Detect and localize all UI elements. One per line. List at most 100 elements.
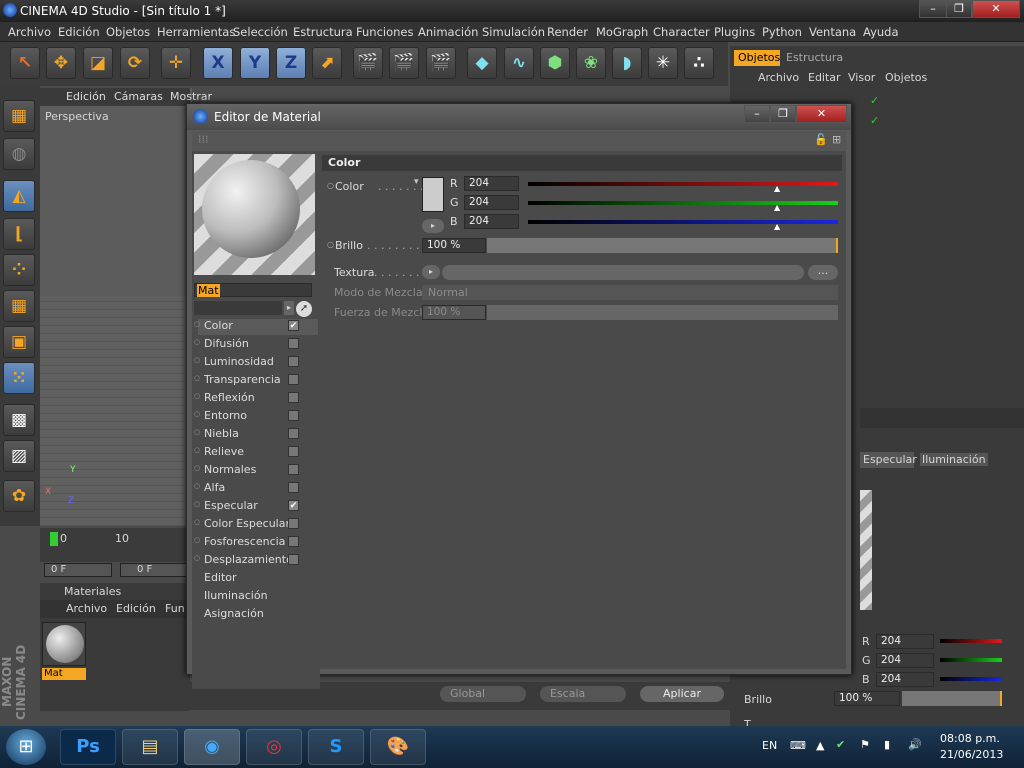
- render-settings-icon[interactable]: 🎬: [426, 47, 456, 79]
- rp-b-field[interactable]: 204: [876, 672, 934, 687]
- chrome-icon[interactable]: ◎: [246, 729, 302, 765]
- menu-estructura[interactable]: Estructura: [293, 25, 353, 39]
- aplicar-button[interactable]: Aplicar: [640, 686, 724, 702]
- z-axis-lock-icon[interactable]: Z: [276, 47, 306, 79]
- sculpt-icon[interactable]: ◍: [3, 138, 35, 170]
- attr-tab-especular[interactable]: Especular: [863, 453, 917, 466]
- minimize-button[interactable]: –: [919, 0, 947, 18]
- modo-mezcla-dropdown[interactable]: Normal: [422, 285, 838, 300]
- polygons-mode-icon[interactable]: ▣: [3, 326, 35, 358]
- rp-r-field[interactable]: 204: [876, 634, 934, 649]
- workplane-icon[interactable]: ▨: [3, 440, 35, 472]
- render-view-icon[interactable]: 🎬: [353, 47, 383, 79]
- axis-mode-icon[interactable]: ⌊: [3, 218, 35, 250]
- menu-simulacion[interactable]: Simulación: [482, 25, 545, 39]
- rgb-g-field[interactable]: 204: [464, 195, 519, 210]
- rp-g-field[interactable]: 204: [876, 653, 934, 668]
- channel-iluminación[interactable]: Iluminación: [198, 589, 318, 605]
- rgb-b-slider[interactable]: [528, 220, 838, 224]
- anim-dot-icon[interactable]: ○: [327, 240, 334, 249]
- frame-start-field[interactable]: 0 F: [44, 563, 112, 577]
- language-indicator[interactable]: EN: [762, 739, 777, 752]
- menu-ventana[interactable]: Ventana: [809, 25, 856, 39]
- fuerza-mezcla-field[interactable]: 100 %: [422, 305, 486, 320]
- nurbs-icon[interactable]: ⬢: [540, 47, 570, 79]
- menu-archivo[interactable]: Archivo: [8, 25, 51, 39]
- channel-transparencia[interactable]: ○ Transparencia: [194, 373, 318, 389]
- windows-start-icon[interactable]: ⊞: [6, 729, 46, 765]
- array-icon[interactable]: ❀: [576, 47, 606, 79]
- texture-mode-icon[interactable]: ▩: [3, 404, 35, 436]
- menu-funciones[interactable]: Funciones: [356, 25, 413, 39]
- scene-icon[interactable]: ✳: [648, 47, 678, 79]
- slider-knob-icon[interactable]: ▲: [774, 222, 780, 231]
- menu-objetos[interactable]: Objetos: [106, 25, 150, 39]
- channel-checkbox[interactable]: [288, 518, 299, 529]
- channel-checkbox[interactable]: [288, 392, 299, 403]
- menu-animacion[interactable]: Animación: [418, 25, 478, 39]
- channel-checkbox[interactable]: [288, 482, 299, 493]
- network-tray-icon[interactable]: ✔: [836, 738, 845, 751]
- channel-alfa[interactable]: ○ Alfa: [194, 481, 318, 497]
- fuerza-mezcla-slider[interactable]: [487, 305, 838, 320]
- attr-tab-iluminacion[interactable]: Iluminación: [920, 453, 988, 466]
- tab-objetos[interactable]: Objetos: [738, 51, 780, 64]
- material-thumbnail[interactable]: [42, 622, 86, 666]
- brillo-slider[interactable]: [487, 238, 838, 253]
- render-picture-viewer-icon[interactable]: 🎬: [389, 47, 419, 79]
- move-icon[interactable]: ✥: [46, 47, 76, 79]
- vp-menu-camaras[interactable]: Cámaras: [114, 90, 163, 103]
- timeline-playhead[interactable]: [50, 532, 58, 546]
- skype-icon[interactable]: S: [308, 729, 364, 765]
- rgb-r-field[interactable]: 204: [464, 176, 519, 191]
- pick-material-icon[interactable]: ➚: [296, 301, 312, 317]
- spline-icon[interactable]: ∿: [504, 47, 534, 79]
- expand-arrow-icon[interactable]: ▸: [422, 219, 444, 233]
- arrow-right-icon[interactable]: ▸: [284, 301, 294, 315]
- action-center-flag-icon[interactable]: ⚑: [860, 738, 870, 751]
- menu-python[interactable]: Python: [762, 25, 802, 39]
- scale-icon[interactable]: ◪: [83, 47, 113, 79]
- channel-difusión[interactable]: ○ Difusión: [194, 337, 318, 353]
- slider-knob-icon[interactable]: ▲: [774, 184, 780, 193]
- escala-dropdown[interactable]: Escala: [540, 686, 626, 702]
- om-menu-editar[interactable]: Editar: [808, 71, 841, 84]
- material-search-field[interactable]: [194, 301, 282, 315]
- clock-date[interactable]: 21/06/2013: [940, 748, 1003, 761]
- channel-checkbox[interactable]: [288, 536, 299, 547]
- particles-icon[interactable]: ∴: [684, 47, 714, 79]
- textura-browse-button[interactable]: ...: [808, 265, 838, 280]
- slider-knob-icon[interactable]: ▲: [774, 203, 780, 212]
- menu-seleccion[interactable]: Selección: [233, 25, 288, 39]
- color-swatch[interactable]: [422, 177, 444, 212]
- menu-herramientas[interactable]: Herramientas: [157, 25, 235, 39]
- mm-menu-edicion[interactable]: Edición: [116, 602, 156, 615]
- textura-field[interactable]: [442, 265, 804, 280]
- textura-arrow-icon[interactable]: ▸: [422, 265, 440, 279]
- snap-icon[interactable]: ✿: [3, 480, 35, 512]
- channel-checkbox[interactable]: [288, 464, 299, 475]
- vp-menu-mostrar[interactable]: Mostrar: [170, 90, 212, 103]
- channel-checkbox[interactable]: [288, 428, 299, 439]
- channel-especular[interactable]: ○ Especular ✔: [194, 499, 318, 515]
- channel-desplazamiento[interactable]: ○ Desplazamiento: [194, 553, 318, 569]
- select-cursor-icon[interactable]: ↖: [10, 47, 40, 79]
- material-preview[interactable]: [194, 154, 315, 275]
- menu-edicion[interactable]: Edición: [58, 25, 100, 39]
- layout-icon[interactable]: ▦: [3, 100, 35, 132]
- tab-estructura[interactable]: Estructura: [786, 51, 843, 64]
- cube-primitive-icon[interactable]: ◆: [467, 47, 497, 79]
- rp-b-slider[interactable]: [940, 677, 1002, 681]
- model-mode-icon[interactable]: ◭: [3, 180, 35, 212]
- om-menu-objetos[interactable]: Objetos: [885, 71, 927, 84]
- menu-character[interactable]: Character: [653, 25, 710, 39]
- rp-r-slider[interactable]: [940, 639, 1002, 643]
- channel-checkbox[interactable]: ✔: [288, 500, 299, 511]
- x-axis-lock-icon[interactable]: X: [203, 47, 233, 79]
- rp-brillo-slider[interactable]: [902, 691, 1002, 706]
- channel-checkbox[interactable]: [288, 374, 299, 385]
- show-hidden-icons-arrow[interactable]: ▲: [816, 739, 824, 752]
- explorer-icon[interactable]: ▤: [122, 729, 178, 765]
- frame-current-field[interactable]: 0 F: [120, 563, 190, 577]
- menu-ayuda[interactable]: Ayuda: [863, 25, 899, 39]
